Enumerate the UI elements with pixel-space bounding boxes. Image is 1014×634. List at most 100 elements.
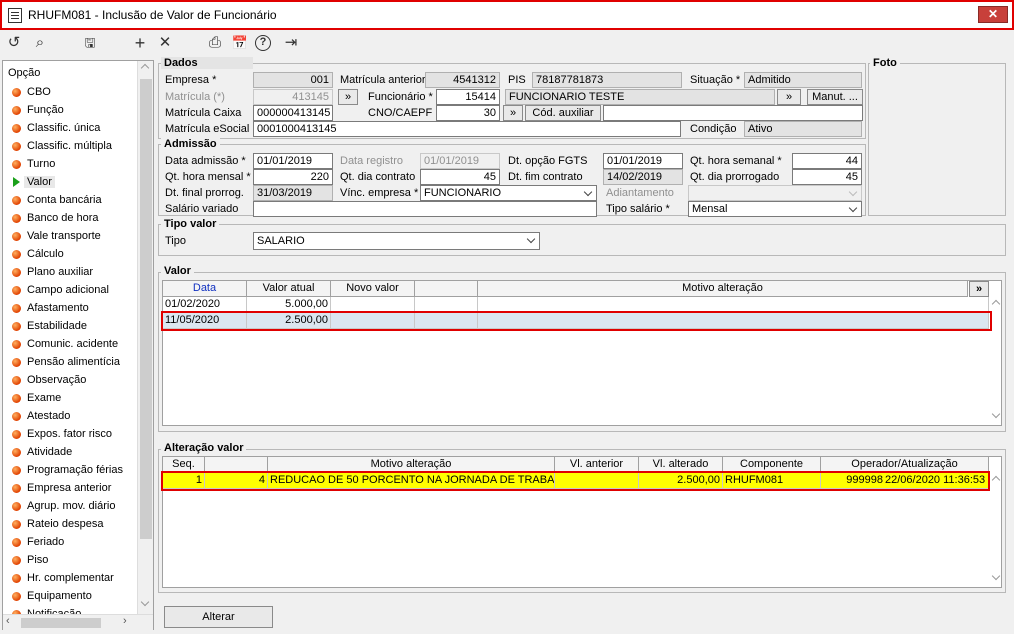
- menu-item[interactable]: Agrup. mov. diário: [10, 498, 140, 516]
- cno-lookup-button[interactable]: »: [503, 105, 523, 121]
- menu-item[interactable]: Equipamento: [10, 588, 140, 606]
- scroll-right-icon[interactable]: ›: [123, 615, 127, 627]
- menu-item[interactable]: Afastamento: [10, 300, 140, 318]
- matricula-esocial-field[interactable]: 0001000413145: [253, 121, 681, 137]
- menu-item[interactable]: Banco de hora: [10, 210, 140, 228]
- menu-item[interactable]: Piso: [10, 552, 140, 570]
- calendar-icon[interactable]: 📅: [230, 34, 250, 52]
- save-icon[interactable]: 🖫: [80, 34, 100, 52]
- funcionario-lookup-button[interactable]: »: [777, 89, 801, 105]
- dt-final-prorrog-field[interactable]: 31/03/2019: [253, 185, 333, 201]
- alteracao-scroll-down-icon[interactable]: [989, 572, 1001, 586]
- menu-item[interactable]: Feriado: [10, 534, 140, 552]
- matricula-lookup-button[interactable]: »: [338, 89, 358, 105]
- menu-item[interactable]: Classific. única: [10, 120, 140, 138]
- qt-dia-prorrogado-field[interactable]: 45: [792, 169, 862, 185]
- menu-item[interactable]: Plano auxiliar: [10, 264, 140, 282]
- adiantamento-select[interactable]: [688, 185, 862, 201]
- scroll-up-icon[interactable]: [138, 61, 154, 77]
- dt-fim-contrato-field[interactable]: 14/02/2019: [603, 169, 683, 185]
- situacao-field[interactable]: Admitido: [744, 72, 862, 88]
- cod-auxiliar-button[interactable]: Cód. auxiliar: [525, 105, 601, 121]
- bullet-icon: [12, 448, 21, 457]
- qt-dia-prorrogado-label: Qt. dia prorrogado: [690, 171, 780, 183]
- scroll-thumb-horizontal[interactable]: [21, 618, 101, 628]
- delete-icon[interactable]: ✕: [155, 34, 175, 52]
- scroll-left-icon[interactable]: ‹: [6, 615, 10, 627]
- dt-opcao-fgts-field[interactable]: 01/01/2019: [603, 153, 683, 169]
- bullet-icon: [12, 160, 21, 169]
- close-button[interactable]: ✕: [978, 6, 1008, 23]
- data-registro-field[interactable]: 01/01/2019: [420, 153, 500, 169]
- menu-item[interactable]: Turno: [10, 156, 140, 174]
- menu-item[interactable]: Empresa anterior: [10, 480, 140, 498]
- menu-item[interactable]: Atestado: [10, 408, 140, 426]
- menu-item[interactable]: Observação: [10, 372, 140, 390]
- matricula-caixa-field[interactable]: 000000413145: [253, 105, 333, 121]
- scroll-down-icon[interactable]: [138, 598, 154, 614]
- menu-item[interactable]: Pensão alimentícia: [10, 354, 140, 372]
- menu-item[interactable]: Exame: [10, 390, 140, 408]
- valor-scroll-up-icon[interactable]: [989, 297, 1001, 311]
- menu-item[interactable]: Classific. múltipla: [10, 138, 140, 156]
- undo-icon[interactable]: ↺: [4, 34, 24, 52]
- cno-label: CNO/CAEPF: [368, 107, 433, 119]
- valor-expand-button[interactable]: »: [969, 281, 989, 297]
- alterar-button[interactable]: Alterar: [164, 606, 273, 628]
- print-icon[interactable]: ⎙: [205, 34, 225, 52]
- menu-item[interactable]: Cálculo: [10, 246, 140, 264]
- qt-hora-semanal-field[interactable]: 44: [792, 153, 862, 169]
- bullet-icon: [12, 358, 21, 367]
- foto-group: [868, 63, 1006, 216]
- bullet-icon: [12, 340, 21, 349]
- valor-col-motivo[interactable]: Motivo alteração: [478, 281, 968, 297]
- valor-col-novo-valor[interactable]: Novo valor: [331, 281, 415, 297]
- menu-item[interactable]: Atividade: [10, 444, 140, 462]
- matricula-anterior-field[interactable]: 4541312: [425, 72, 500, 88]
- menu-horizontal-scrollbar[interactable]: ‹ ›: [3, 614, 153, 630]
- pis-field[interactable]: 78187781873: [532, 72, 682, 88]
- scroll-thumb[interactable]: [140, 79, 152, 539]
- menu-item[interactable]: Conta bancária: [10, 192, 140, 210]
- valor-scroll-down-icon[interactable]: [989, 410, 1001, 424]
- funcionario-field[interactable]: 15414: [436, 89, 500, 105]
- data-admissao-field[interactable]: 01/01/2019: [253, 153, 333, 169]
- condicao-field[interactable]: Ativo: [744, 121, 862, 137]
- selected-arrow-icon: [13, 177, 20, 187]
- menu-item[interactable]: Valor: [10, 174, 140, 192]
- valor-col-valor-atual[interactable]: Valor atual: [247, 281, 331, 297]
- manut-button[interactable]: Manut. ...: [807, 89, 863, 105]
- vinc-empresa-select[interactable]: FUNCIONARIO: [420, 185, 597, 201]
- menu-item[interactable]: Função: [10, 102, 140, 120]
- menu-item[interactable]: CBO: [10, 84, 140, 102]
- search-icon[interactable]: ⌕: [30, 34, 50, 52]
- qt-hora-semanal-label: Qt. hora semanal *: [690, 155, 782, 167]
- cod-auxiliar-field[interactable]: [603, 105, 863, 121]
- empresa-field[interactable]: 001: [253, 72, 333, 88]
- bullet-icon: [12, 376, 21, 385]
- menu-item[interactable]: Campo adicional: [10, 282, 140, 300]
- add-icon[interactable]: +: [130, 34, 150, 52]
- salario-variado-field[interactable]: [253, 201, 597, 217]
- valor-col-data[interactable]: Data: [163, 281, 247, 297]
- qt-hora-mensal-field[interactable]: 220: [253, 169, 333, 185]
- qt-hora-mensal-label: Qt. hora mensal *: [165, 171, 251, 183]
- matricula-field[interactable]: 413145: [253, 89, 333, 105]
- menu-item[interactable]: Expos. fator risco: [10, 426, 140, 444]
- menu-item[interactable]: Programação férias: [10, 462, 140, 480]
- menu-item[interactable]: Estabilidade: [10, 318, 140, 336]
- cno-field[interactable]: 30: [436, 105, 500, 121]
- valor-col-extra[interactable]: [415, 281, 478, 297]
- help-icon[interactable]: ?: [255, 35, 271, 51]
- menu-item-label: Classific. única: [27, 122, 101, 134]
- exit-icon[interactable]: ⇥: [281, 34, 301, 52]
- tipo-salario-select[interactable]: Mensal: [688, 201, 862, 217]
- menu-item[interactable]: Vale transporte: [10, 228, 140, 246]
- menu-item[interactable]: Rateio despesa: [10, 516, 140, 534]
- menu-vertical-scrollbar[interactable]: [137, 61, 153, 614]
- menu-item[interactable]: Hr. complementar: [10, 570, 140, 588]
- qt-dia-contrato-field[interactable]: 45: [420, 169, 500, 185]
- menu-item[interactable]: Comunic. acidente: [10, 336, 140, 354]
- alteracao-scroll-up-icon[interactable]: [989, 473, 1001, 487]
- tipo-select[interactable]: SALARIO: [253, 232, 540, 250]
